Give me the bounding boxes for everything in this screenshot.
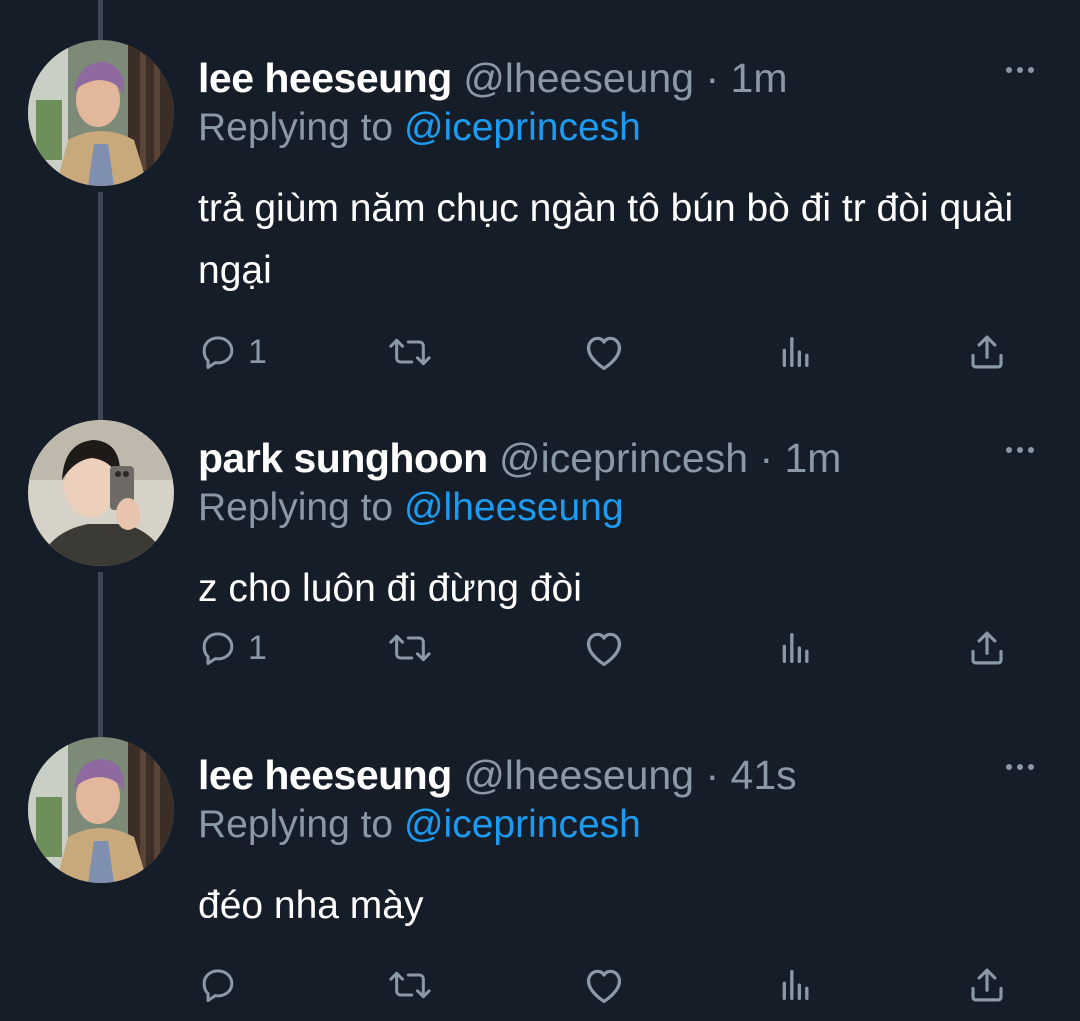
like-button[interactable] [582, 626, 626, 670]
replying-to: Replying to @iceprincesh [198, 104, 641, 152]
timestamp[interactable]: 41s [731, 752, 797, 798]
replying-to: Replying to @lheeseung [198, 484, 624, 532]
views-icon [776, 965, 816, 1005]
tweet-header: lee heeseung @lheeseung · 41s [198, 749, 797, 801]
share-icon [966, 627, 1008, 669]
views-button[interactable] [776, 330, 816, 374]
timestamp[interactable]: 1m [785, 435, 842, 481]
views-button[interactable] [776, 963, 816, 1007]
reply-button[interactable] [198, 963, 248, 1007]
mention-link[interactable]: @lheeseung [404, 486, 624, 529]
replying-to: Replying to @iceprincesh [198, 801, 641, 849]
more-icon[interactable] [998, 436, 1042, 464]
views-button[interactable] [776, 626, 816, 670]
share-button[interactable] [966, 626, 1008, 670]
tweet-text: trả giùm năm chục ngàn tô bún bò đi tr đ… [198, 187, 1014, 292]
share-button[interactable] [966, 963, 1008, 1007]
avatar[interactable] [28, 420, 174, 566]
user-handle[interactable]: @lheeseung [463, 55, 694, 101]
thread-line [98, 192, 103, 420]
tweet-header: park sunghoon @iceprincesh · 1m [198, 432, 841, 484]
heart-icon [582, 332, 626, 372]
tweet-actions [0, 963, 1080, 1007]
tweet-text: z cho luôn đi đừng đòi [198, 567, 582, 610]
reply-button[interactable]: 1 [198, 626, 267, 670]
mention-link[interactable]: @iceprincesh [404, 803, 641, 846]
replying-prefix: Replying to [198, 486, 394, 529]
views-icon [776, 332, 816, 372]
views-icon [776, 628, 816, 668]
reply-count: 1 [248, 629, 267, 667]
user-handle[interactable]: @lheeseung [463, 752, 694, 798]
separator-dot: · [705, 752, 720, 798]
like-button[interactable] [582, 963, 626, 1007]
retweet-button[interactable] [386, 330, 434, 374]
retweet-icon [386, 332, 434, 372]
share-button[interactable] [966, 330, 1008, 374]
tweet-actions: 1 [0, 330, 1080, 374]
replying-prefix: Replying to [198, 803, 394, 846]
retweet-button[interactable] [386, 963, 434, 1007]
replying-prefix: Replying to [198, 106, 394, 149]
retweet-button[interactable] [386, 626, 434, 670]
avatar[interactable] [28, 737, 174, 883]
separator-dot: · [705, 55, 720, 101]
reply-icon [198, 332, 238, 372]
more-icon[interactable] [998, 56, 1042, 84]
separator-dot: · [759, 435, 774, 481]
reply-icon [198, 965, 238, 1005]
mention-link[interactable]: @iceprincesh [404, 106, 641, 149]
share-icon [966, 331, 1008, 373]
reply-button[interactable]: 1 [198, 330, 267, 374]
heart-icon [582, 965, 626, 1005]
more-icon[interactable] [998, 753, 1042, 781]
like-button[interactable] [582, 330, 626, 374]
tweet-header: lee heeseung @lheeseung · 1m [198, 52, 787, 104]
share-icon [966, 964, 1008, 1006]
retweet-icon [386, 628, 434, 668]
thread-line [98, 0, 103, 40]
heart-icon [582, 628, 626, 668]
display-name[interactable]: lee heeseung [198, 55, 452, 101]
display-name[interactable]: park sunghoon [198, 435, 488, 481]
timestamp[interactable]: 1m [731, 55, 788, 101]
tweet-actions: 1 [0, 626, 1080, 670]
retweet-icon [386, 965, 434, 1005]
avatar[interactable] [28, 40, 174, 186]
display-name[interactable]: lee heeseung [198, 752, 452, 798]
reply-count: 1 [248, 333, 267, 371]
user-handle[interactable]: @iceprincesh [499, 435, 748, 481]
reply-icon [198, 628, 238, 668]
tweet-text: đéo nha mày [198, 884, 424, 927]
